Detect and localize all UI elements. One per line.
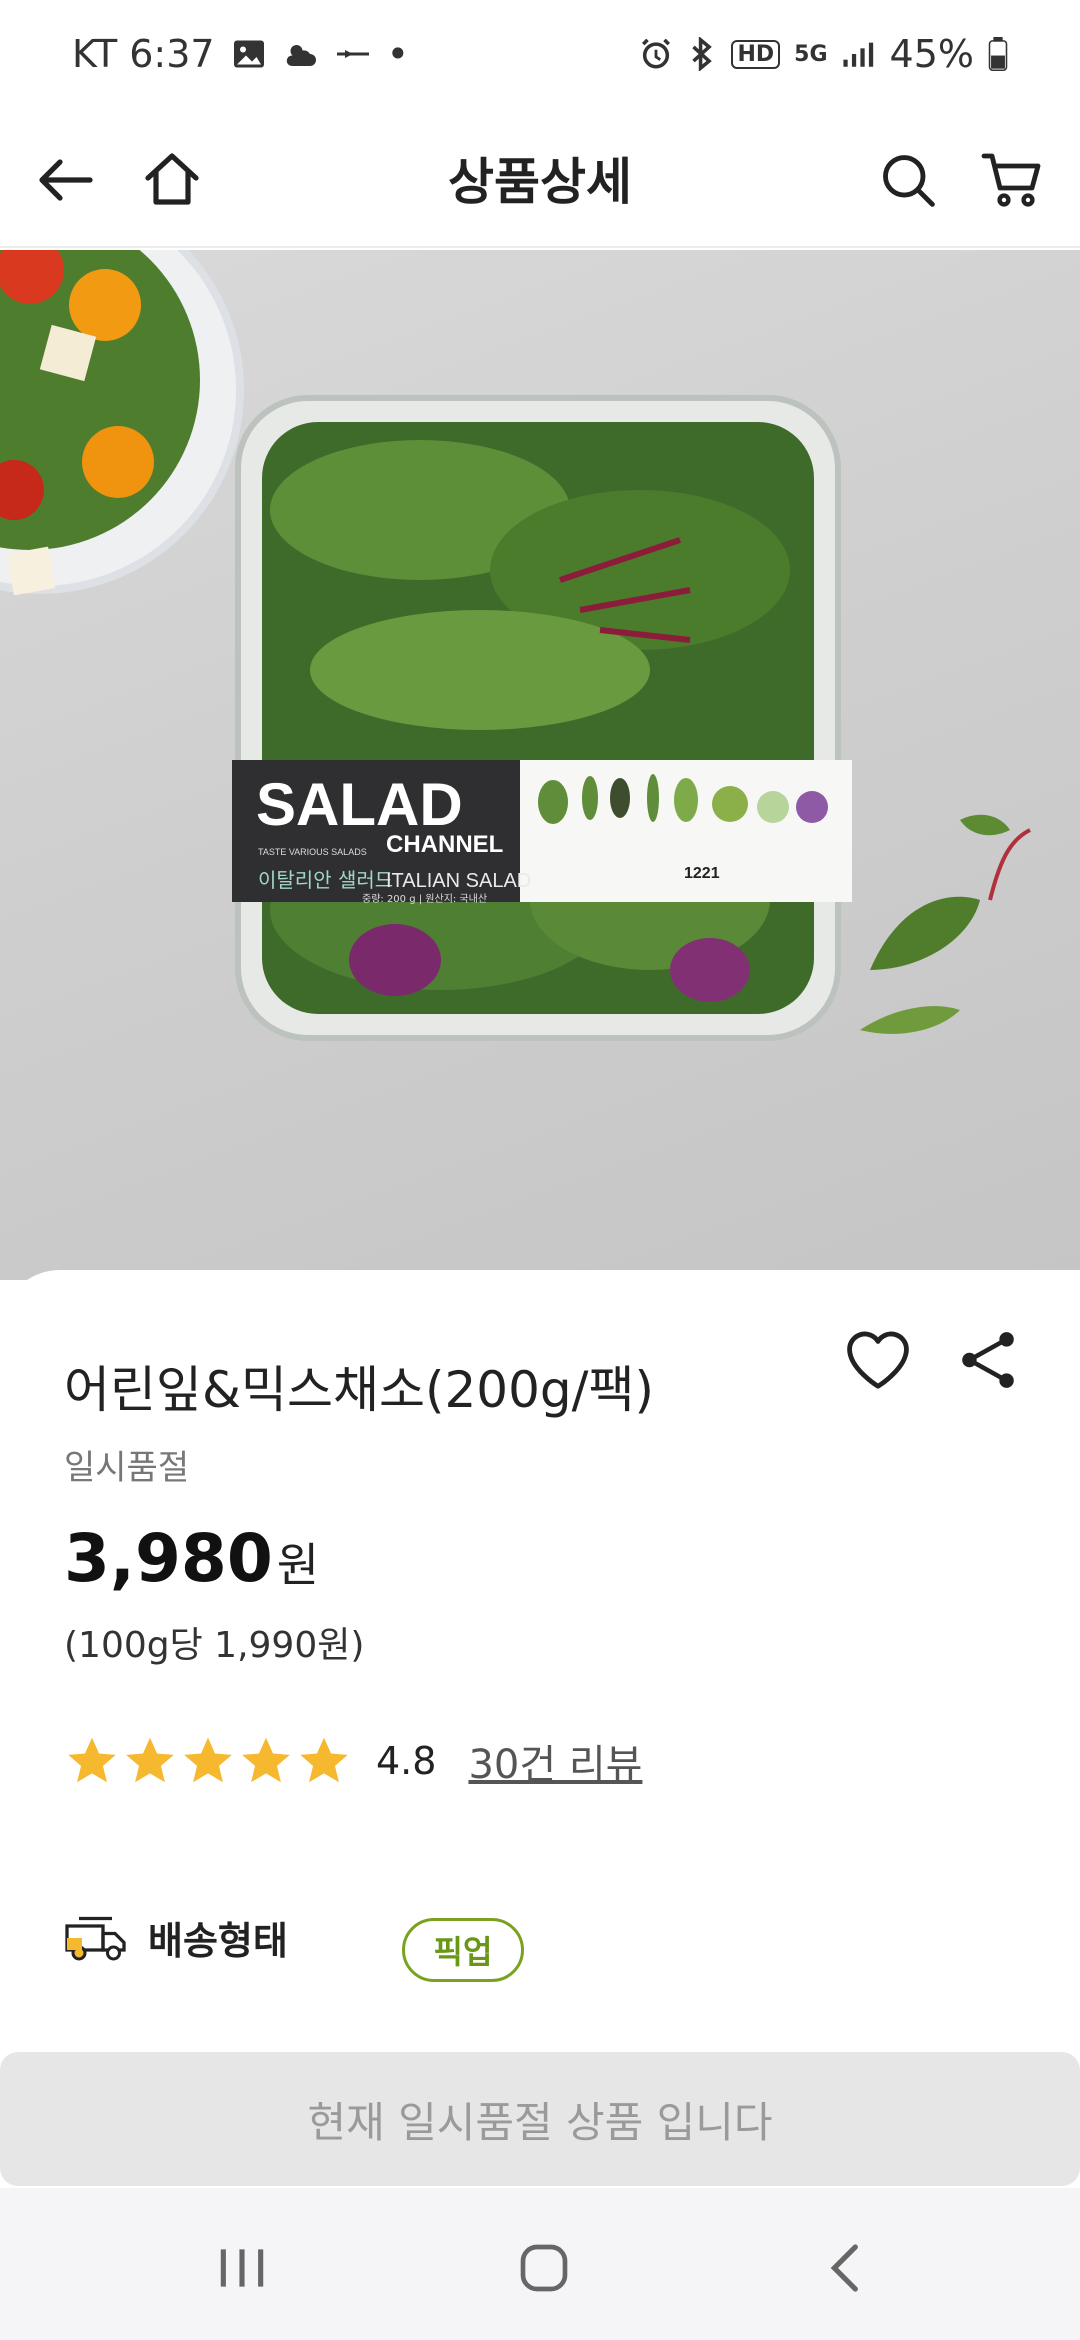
gallery-icon [233,40,264,68]
wishlist-button[interactable] [838,1320,918,1400]
carrier-time: KT 6:37 [72,32,215,76]
share-button[interactable] [948,1320,1028,1400]
product-name: 어린잎&믹스채소(200g/팩) [64,1361,655,1419]
search-icon [883,155,935,207]
price-row: 3,980 원 [64,1520,319,1597]
delivery-row: 배송형태 [64,1910,288,1965]
recent-apps-button[interactable] [202,2228,282,2308]
label-tagline: TASTE VARIOUS SALADS [258,847,367,857]
product-image: SALAD CHANNEL TASTE VARIOUS SALADS 이탈리안 … [0,250,1080,1280]
stock-status: 일시품절 [64,1448,190,1488]
pickup-badge: 픽업 [402,1918,524,1982]
battery-icon [988,37,1008,71]
bluetooth-icon [692,37,713,71]
alarm-icon [642,38,671,69]
home-nav-button[interactable] [504,2228,584,2308]
label-code: 1221 [684,865,720,882]
back-chevron-icon [830,2244,858,2292]
top-app-bar: 상품상세 [0,112,1080,248]
cart-icon [981,153,1041,207]
system-nav-bar [0,2188,1080,2340]
label-weight-origin: 중량: 200 g | 원산지: 국내산 [362,893,487,905]
unit-price: (100g당 1,990원) [64,1625,365,1666]
label-name-en: ITALIAN SALAD [386,870,531,892]
status-left: KT 6:37 • [72,32,409,76]
weather-icon [286,45,316,66]
star-icon [300,1737,348,1783]
back-nav-button[interactable] [806,2228,886,2308]
label-brand-main: SALAD [256,771,463,838]
label-name-ko: 이탈리안 샐러드 [258,868,393,892]
status-right: HD 5G 45% [639,32,1008,76]
cart-button[interactable] [970,138,1054,222]
price: 3,980 [64,1520,273,1597]
star-icon [126,1737,174,1783]
review-link[interactable]: 30건 리뷰 [468,1732,642,1790]
star-icon [184,1737,232,1783]
status-dot: • [386,32,410,76]
rating-stars [64,1733,352,1789]
hd-label: HD [731,39,781,69]
product-photo: SALAD CHANNEL TASTE VARIOUS SALADS 이탈리안 … [0,250,1031,1041]
soldout-button[interactable]: 현재 일시품절 상품 입니다 [0,2052,1080,2186]
app-icon [336,50,369,58]
battery-percent: 45% [889,32,974,76]
home-circle-icon [520,2244,568,2292]
share-icon [962,1332,1014,1388]
rating-value: 4.8 [376,1739,437,1783]
rating-row: 4.8 30건 리뷰 [64,1732,642,1790]
delivery-label: 배송형태 [148,1919,288,1963]
recent-apps-icon [220,2249,264,2287]
label-brand-sub: CHANNEL [386,831,503,858]
delivery-truck-icon [65,1916,126,1960]
star-icon [68,1737,116,1783]
signal-icon [842,42,873,67]
search-button[interactable] [866,138,950,222]
price-unit: 원 [276,1538,320,1592]
heart-icon [847,1331,909,1389]
network-label: 5G [794,41,828,67]
status-bar: KT 6:37 • HD 5G 45% [0,0,1080,112]
star-icon [242,1737,290,1783]
